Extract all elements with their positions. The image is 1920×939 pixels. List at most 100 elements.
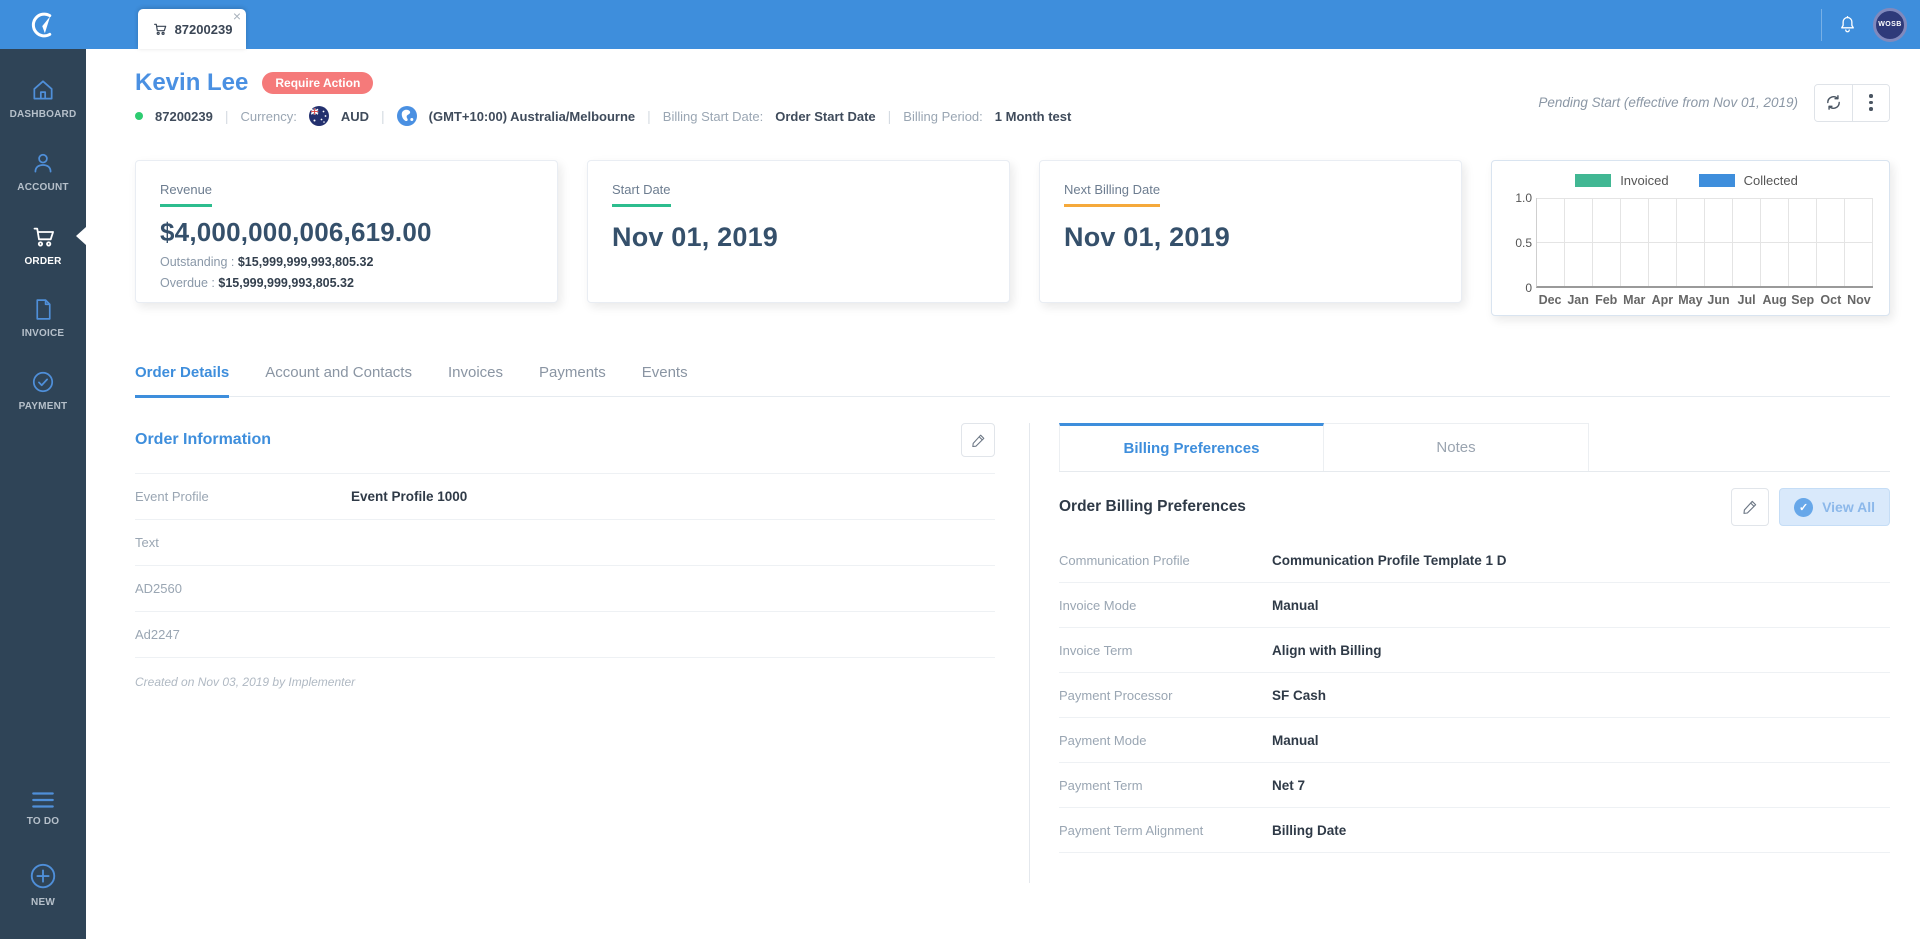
created-note: Created on Nov 03, 2019 by Implementer bbox=[135, 675, 356, 689]
plot-cell bbox=[1621, 198, 1649, 286]
x-tick-label: May bbox=[1678, 293, 1703, 307]
field-row-invoice-term: Invoice Term Align with Billing bbox=[1059, 628, 1890, 673]
home-icon bbox=[30, 77, 56, 103]
field-row-communication-profile: Communication Profile Communication Prof… bbox=[1059, 538, 1890, 583]
order-information-title: Order Information bbox=[135, 431, 272, 448]
sidebar-item-label: TO DO bbox=[26, 815, 60, 827]
plot-cell bbox=[1733, 198, 1761, 286]
app-logo[interactable] bbox=[0, 0, 86, 49]
y-tick-label: 0 bbox=[1525, 281, 1532, 295]
tab-order-details[interactable]: Order Details bbox=[135, 364, 230, 398]
sidebar-item-order[interactable]: ORDER bbox=[0, 208, 86, 281]
order-information-fields: Event Profile Event Profile 1000 Text AD… bbox=[135, 473, 995, 658]
invoiced-collected-chart-card: Invoiced Collected 0 0.5 1.0 Dec Jan Feb Mar Ap… bbox=[1491, 160, 1890, 316]
sidebar-item-label: ORDER bbox=[24, 255, 62, 267]
x-tick-label: Feb bbox=[1595, 293, 1618, 307]
refresh-icon bbox=[1824, 93, 1843, 112]
next-billing-value: Nov 01, 2019 bbox=[1064, 222, 1231, 252]
x-tick-label: Apr bbox=[1651, 293, 1674, 307]
sidebar-item-payment[interactable]: PAYMENT bbox=[0, 354, 86, 427]
avatar[interactable]: WOSB bbox=[1873, 7, 1907, 42]
start-date-card: Start Date Nov 01, 2019 bbox=[587, 160, 1010, 303]
panel-divider bbox=[1029, 423, 1030, 883]
chart-y-axis: 0 0.5 1.0 bbox=[1500, 191, 1536, 295]
require-action-badge: Require Action bbox=[262, 72, 374, 94]
plot-cell bbox=[1817, 198, 1845, 286]
customer-name: Kevin Lee bbox=[135, 69, 249, 96]
order-tab[interactable]: 87200239 × bbox=[138, 8, 246, 49]
field-row-event-profile: Event Profile Event Profile 1000 bbox=[135, 474, 995, 520]
tab-notes[interactable]: Notes bbox=[1324, 423, 1589, 471]
revenue-value: $4,000,000,006,619.00 bbox=[160, 217, 432, 247]
billing-preferences-title: Order Billing Preferences bbox=[1059, 498, 1246, 515]
sidebar-item-new[interactable]: NEW bbox=[0, 853, 86, 915]
plot-cell bbox=[1677, 198, 1705, 286]
page-header: Kevin Lee Require Action 87200239 | Curr… bbox=[86, 49, 1920, 126]
order-details-panels: Order Information Event Profile Event Pr… bbox=[86, 397, 1920, 883]
x-tick-label: Jul bbox=[1737, 293, 1756, 307]
x-tick-label: Jun bbox=[1707, 293, 1730, 307]
plot-cell bbox=[1565, 198, 1593, 286]
legend-swatch-icon bbox=[1698, 174, 1735, 187]
user-icon bbox=[30, 150, 56, 176]
plus-circle-icon bbox=[28, 861, 58, 891]
status-dot-icon bbox=[135, 112, 143, 120]
sidebar-item-todo[interactable]: TO DO bbox=[0, 777, 86, 839]
field-row-invoice-mode: Invoice Mode Manual bbox=[1059, 583, 1890, 628]
australia-flag-icon bbox=[308, 106, 329, 126]
sidebar-nav: DASHBOARD ACCOUNT ORDER INVOICE PAYMENT bbox=[0, 62, 86, 427]
field-row-text: Text bbox=[135, 520, 995, 566]
view-all-button[interactable]: ✓ View All bbox=[1779, 488, 1890, 526]
tab-events[interactable]: Events bbox=[642, 364, 688, 396]
tab-payments[interactable]: Payments bbox=[539, 364, 606, 396]
plot-cell bbox=[1537, 198, 1565, 286]
tab-invoices[interactable]: Invoices bbox=[448, 364, 503, 396]
chart-body: 0 0.5 1.0 bbox=[1500, 191, 1873, 295]
document-icon bbox=[31, 297, 56, 322]
billing-preferences-panel: Billing Preferences Notes Order Billing … bbox=[1059, 423, 1890, 883]
sidebar-item-label: INVOICE bbox=[21, 327, 65, 339]
order-information-panel: Order Information Event Profile Event Pr… bbox=[135, 423, 995, 883]
plot-cell bbox=[1593, 198, 1621, 286]
chart-plot bbox=[1536, 198, 1873, 288]
timezone: (GMT+10:00) Australia/Melbourne bbox=[428, 108, 636, 124]
edit-billing-preferences-button[interactable] bbox=[1731, 488, 1770, 526]
field-row-payment-mode: Payment Mode Manual bbox=[1059, 718, 1890, 763]
outstanding-value: $15,999,999,993,805.32 bbox=[237, 255, 374, 269]
field-row-ad2247: Ad2247 bbox=[135, 612, 995, 658]
tab-account-and-contacts[interactable]: Account and Contacts bbox=[265, 364, 412, 396]
close-icon[interactable]: × bbox=[233, 8, 241, 24]
plot-cell bbox=[1789, 198, 1817, 286]
plot-cell bbox=[1649, 198, 1677, 286]
legend-item: Collected bbox=[1698, 173, 1798, 188]
x-tick-label: Mar bbox=[1623, 293, 1646, 307]
sidebar-item-account[interactable]: ACCOUNT bbox=[0, 135, 86, 208]
outstanding-row: Outstanding : $15,999,999,993,805.32 bbox=[160, 255, 374, 269]
topbar-right: WOSB bbox=[1821, 0, 1907, 49]
start-date-value: Nov 01, 2019 bbox=[612, 222, 779, 252]
x-tick-label: Sep bbox=[1791, 293, 1815, 307]
sidebar-item-dashboard[interactable]: DASHBOARD bbox=[0, 62, 86, 135]
plot-cell bbox=[1845, 198, 1873, 286]
tab-billing-preferences[interactable]: Billing Preferences bbox=[1059, 423, 1324, 471]
sidebar-item-invoice[interactable]: INVOICE bbox=[0, 281, 86, 354]
field-row-payment-processor: Payment Processor SF Cash bbox=[1059, 673, 1890, 718]
bell-icon[interactable] bbox=[1837, 14, 1858, 35]
revenue-card-title: Revenue bbox=[160, 182, 213, 207]
refresh-button[interactable] bbox=[1815, 84, 1852, 121]
more-options-button[interactable] bbox=[1852, 84, 1889, 121]
field-row-payment-term-alignment: Payment Term Alignment Billing Date bbox=[1059, 808, 1890, 853]
start-date-card-title: Start Date bbox=[612, 182, 671, 207]
next-billing-card-title: Next Billing Date bbox=[1064, 182, 1161, 207]
x-tick-label: Nov bbox=[1847, 293, 1871, 307]
check-circle-icon bbox=[30, 369, 56, 395]
check-circle-icon: ✓ bbox=[1794, 497, 1814, 517]
header-action-group bbox=[1814, 83, 1890, 122]
topbar: 87200239 × WOSB bbox=[86, 0, 1920, 49]
currency-code: AUD bbox=[340, 108, 370, 124]
sidebar-item-label: PAYMENT bbox=[18, 401, 68, 412]
billing-preferences-fields: Communication Profile Communication Prof… bbox=[1059, 538, 1890, 853]
edit-order-information-button[interactable] bbox=[961, 423, 995, 457]
currency-label: Currency: bbox=[240, 108, 297, 124]
pencil-icon bbox=[970, 432, 987, 449]
